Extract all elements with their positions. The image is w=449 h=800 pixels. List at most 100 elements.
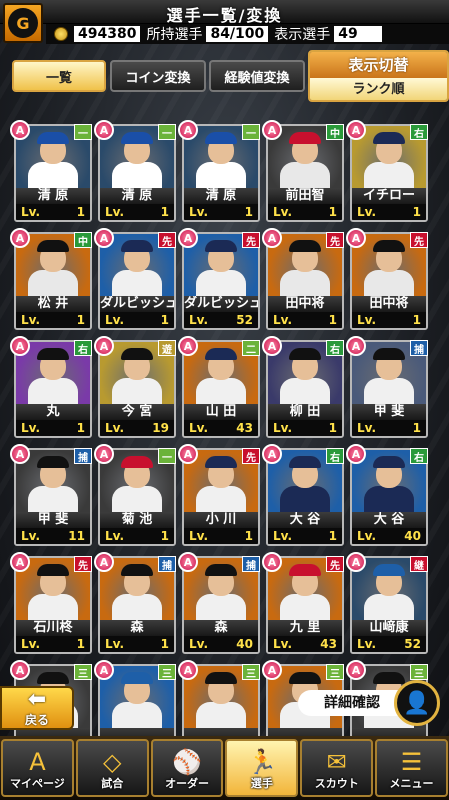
player-card[interactable]: A イチロー Lv. 1 右 (346, 120, 428, 222)
display-toggle-value: ランク順 (310, 78, 447, 100)
display-toggle-button[interactable]: 表示切替 ランク順 (308, 50, 449, 102)
level-band: Lv. 1 (268, 420, 342, 436)
nav-order[interactable]: ⚾ オーダー (150, 739, 224, 797)
level-band: Lv. 11 (16, 528, 90, 544)
level-band: Lv. 1 (352, 420, 426, 436)
nav-scout[interactable]: ✉ スカウト (300, 739, 374, 797)
player-card[interactable]: A 三 (94, 660, 176, 762)
player-card[interactable]: A 大 谷 Lv. 1 右 (262, 444, 344, 546)
lv-prefix: Lv. (273, 313, 293, 327)
player-name: 清 原 (16, 188, 90, 204)
cap-shape (289, 456, 321, 468)
cap-shape (289, 564, 321, 576)
player-card[interactable]: A ダルビッシュ Lv. 1 先 (94, 228, 176, 330)
player-card[interactable]: A 石川柊 Lv. 1 先 (10, 552, 92, 654)
rank-badge: A (262, 228, 282, 248)
lv-prefix: Lv. (105, 529, 125, 543)
player-card[interactable]: A 大 谷 Lv. 40 右 (346, 444, 428, 546)
rank-badge: A (10, 444, 30, 464)
nav-mypage[interactable]: A マイページ (1, 739, 74, 797)
tab-coin-convert[interactable]: コイン変換 (110, 60, 206, 92)
level-band: Lv. 40 (184, 636, 258, 652)
player-name: 甲 斐 (16, 512, 90, 528)
rank-badge: A (94, 228, 114, 248)
cap-shape (373, 456, 405, 468)
level-value: 52 (404, 637, 421, 651)
position-badge: 三 (158, 664, 176, 680)
rank-badge: A (346, 552, 366, 572)
player-card[interactable]: A 菊 池 Lv. 1 一 (94, 444, 176, 546)
level-value: 1 (328, 421, 337, 435)
tab-exp-convert[interactable]: 経験値変換 (209, 60, 305, 92)
rank-badge: A (10, 120, 30, 140)
lv-prefix: Lv. (189, 205, 209, 219)
cap-shape (121, 132, 153, 144)
rank-badge: A (10, 552, 30, 572)
lv-prefix: Lv. (273, 421, 293, 435)
back-button[interactable]: ⬅ 戻る (0, 686, 74, 730)
level-band: Lv. 1 (16, 420, 90, 436)
position-badge: 右 (74, 340, 92, 356)
player-card[interactable]: A 松 井 Lv. 1 中 (10, 228, 92, 330)
player-card[interactable]: A 甲 斐 Lv. 1 捕 (346, 336, 428, 438)
player-card[interactable]: A 今 宮 Lv. 19 遊 (94, 336, 176, 438)
position-badge: 中 (326, 124, 344, 140)
cap-shape (289, 240, 321, 252)
header-bar: 選手一覧/変換 (0, 0, 449, 25)
rank-badge: A (262, 552, 282, 572)
level-band: Lv. 1 (100, 204, 174, 220)
owned-value: 84/100 (206, 26, 269, 42)
cap-shape (205, 564, 237, 576)
player-name: 清 原 (100, 188, 174, 204)
owned-label: 所持選手 (146, 27, 203, 43)
nav-stadium[interactable]: ◇ 試合 (75, 739, 149, 797)
nav-menu[interactable]: ☰ メニュー (375, 739, 448, 797)
player-card[interactable]: A 清 原 Lv. 1 一 (94, 120, 176, 222)
detail-button[interactable]: 詳細確認 👤 (298, 680, 444, 726)
level-band: Lv. 1 (352, 312, 426, 328)
level-value: 1 (76, 205, 85, 219)
player-name: 大 谷 (268, 512, 342, 528)
player-card[interactable]: A 森 Lv. 1 捕 (94, 552, 176, 654)
player-card[interactable]: A 丸 Lv. 1 右 (10, 336, 92, 438)
nav-player[interactable]: 🏃 選手 (225, 739, 299, 797)
level-value: 1 (328, 205, 337, 219)
lv-prefix: Lv. (357, 421, 377, 435)
player-card[interactable]: A 田中将 Lv. 1 先 (262, 228, 344, 330)
level-band: Lv. 43 (184, 420, 258, 436)
player-name: 小 川 (184, 512, 258, 528)
lv-prefix: Lv. (189, 637, 209, 651)
player-card[interactable]: A 森 Lv. 40 捕 (178, 552, 260, 654)
player-card[interactable]: A 小 川 Lv. 1 先 (178, 444, 260, 546)
position-badge: 一 (158, 124, 176, 140)
rank-badge: A (178, 660, 198, 680)
position-badge: 捕 (410, 340, 428, 356)
lv-prefix: Lv. (105, 421, 125, 435)
cap-shape (37, 564, 69, 576)
level-band: Lv. 1 (16, 312, 90, 328)
player-card[interactable]: A 清 原 Lv. 1 一 (178, 120, 260, 222)
nav-label: スカウト (314, 777, 359, 790)
player-card[interactable]: A 甲 斐 Lv. 11 捕 (10, 444, 92, 546)
lv-prefix: Lv. (357, 529, 377, 543)
player-card[interactable]: A 山 田 Lv. 43 二 (178, 336, 260, 438)
rank-badge: A (10, 336, 30, 356)
player-card[interactable]: A ダルビッシュ Lv. 52 先 (178, 228, 260, 330)
tab-list[interactable]: 一覧 (12, 60, 106, 92)
player-name: 甲 斐 (352, 404, 426, 420)
position-badge: 三 (242, 664, 260, 680)
player-card[interactable]: A 田中将 Lv. 1 先 (346, 228, 428, 330)
player-name: 前田智 (268, 188, 342, 204)
player-card[interactable]: A 三 (178, 660, 260, 762)
player-card[interactable]: A 九 里 Lv. 43 先 (262, 552, 344, 654)
player-card[interactable]: A 山﨑康 Lv. 52 継 (346, 552, 428, 654)
lv-prefix: Lv. (21, 313, 41, 327)
level-band: Lv. 1 (268, 204, 342, 220)
player-card[interactable]: A 前田智 Lv. 1 中 (262, 120, 344, 222)
player-name: 丸 (16, 404, 90, 420)
player-name: 山﨑康 (352, 620, 426, 636)
player-card[interactable]: A 柳 田 Lv. 1 右 (262, 336, 344, 438)
lv-prefix: Lv. (357, 313, 377, 327)
player-card[interactable]: A 清 原 Lv. 1 一 (10, 120, 92, 222)
position-badge: 先 (326, 232, 344, 248)
